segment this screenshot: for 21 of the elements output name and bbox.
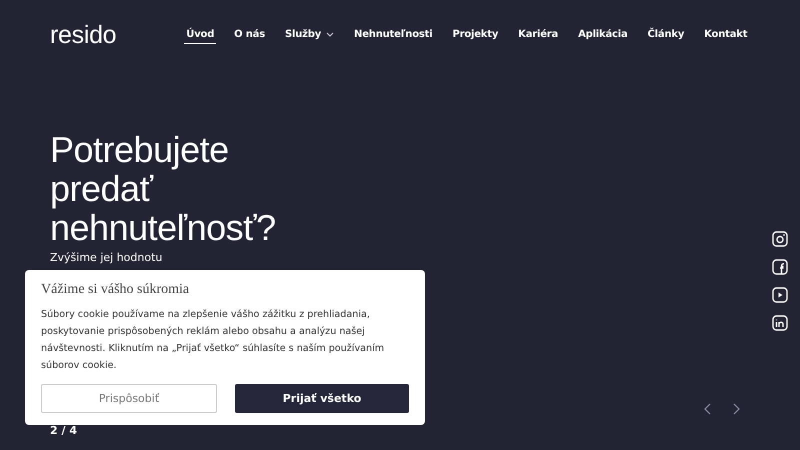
facebook-icon[interactable] (772, 259, 788, 275)
dialog-text: Súbory cookie používame na zlepšenie vášho zážitku z prehliadania, poskytovanie prispôsobených reklám alebo obsahu a analýzu našej návštevnosti. Kliknutím na „Prijať všetko“ súhlasíte s naším používaním súborov cookie. (41, 308, 386, 373)
nav-link[interactable]: Úvod (184, 26, 216, 44)
nav-link[interactable]: Kontakt (702, 26, 750, 44)
hero-subtitle: Zvýšime jej hodnotu (50, 251, 162, 264)
hero-title: Potrebujete predať nehnuteľnosť? (50, 130, 276, 247)
play-icon[interactable] (772, 287, 788, 303)
nav-link[interactable]: Aplikácia (576, 26, 630, 44)
nav-link[interactable]: Projekty (450, 26, 500, 44)
camera-icon[interactable] (772, 231, 788, 247)
nav-link[interactable]: Kariéra (516, 26, 560, 44)
dialog-title: Vážime si vášho súkromia (41, 282, 190, 298)
nav-link[interactable]: Nehnuteľnosti (352, 26, 434, 44)
nav-link[interactable]: Služby (282, 26, 336, 44)
accept-button[interactable]: Prijať všetko (235, 384, 409, 413)
customize-button[interactable]: Prispôsobiť (41, 384, 217, 413)
linkedin-icon[interactable] (772, 315, 788, 331)
slide-counter: 2 / 4 (50, 424, 77, 437)
nav-link[interactable]: O nás (232, 26, 267, 44)
logo[interactable]: resido (50, 20, 116, 50)
nav-link[interactable]: Články (646, 26, 686, 44)
